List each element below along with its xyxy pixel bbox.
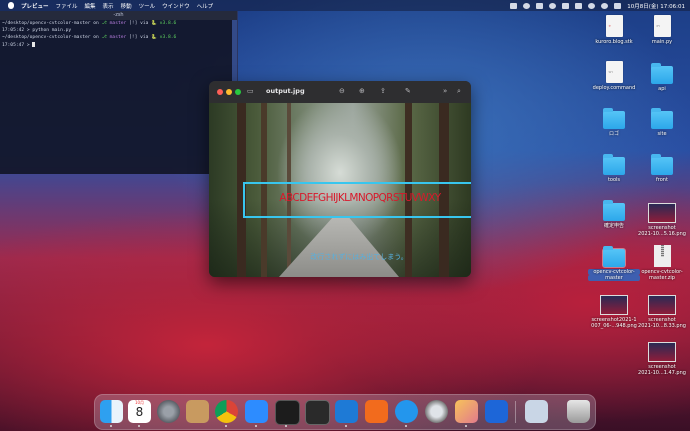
camera-tray-icon[interactable] xyxy=(510,2,518,9)
system-preferences-icon[interactable] xyxy=(157,400,180,423)
image-icon xyxy=(648,295,676,315)
terminal-title: -zsh xyxy=(0,11,237,20)
folder-icon xyxy=(651,154,673,175)
running-indicator xyxy=(345,425,347,427)
desktop-icon-opencv-zip[interactable]: opencv-cvtcolor- master.zip xyxy=(636,245,688,281)
terminal-prompt[interactable]: 17:05:47 > xyxy=(0,41,237,49)
desktop-icon-api[interactable]: api xyxy=(636,63,688,92)
desktop-icon-logo[interactable]: ロゴ xyxy=(588,108,640,137)
desktop-icon-front[interactable]: front xyxy=(636,154,688,183)
terminal-window[interactable]: -zsh ~/desktop/opencv-cvtcolor-master on… xyxy=(0,11,238,174)
zoom-in-icon[interactable]: ⊕ xyxy=(359,87,365,95)
folder-icon xyxy=(603,154,625,175)
menu-bar: プレビュー ファイル 編集 表示 移動 ツール ウインドウ ヘルプ 10月8日(… xyxy=(0,0,690,11)
minimize-button[interactable] xyxy=(226,89,232,95)
quicktime-icon[interactable] xyxy=(425,400,448,423)
contacts-icon[interactable] xyxy=(186,400,209,423)
zoom-icon[interactable] xyxy=(245,400,268,423)
zip-icon xyxy=(653,245,671,267)
menu-tools[interactable]: ツール xyxy=(139,2,156,10)
finder-icon[interactable] xyxy=(100,400,123,423)
desktop-icon-screenshot-4[interactable]: screenshot 2021-10...1.47.png xyxy=(636,342,688,376)
close-button[interactable] xyxy=(217,89,223,95)
running-indicator xyxy=(285,425,287,427)
terminal-line: ~/desktop/opencv-cvtcolor-master on ⎇ ma… xyxy=(2,21,177,26)
docker-icon[interactable] xyxy=(395,400,418,423)
desktop-icon-kuroro[interactable]: ✈ kuroro.blog.stk xyxy=(588,15,640,45)
terminal-icon[interactable] xyxy=(275,400,300,425)
desktop-icon-screenshot-3[interactable]: screenshot 2021-10...8.33.png xyxy=(636,295,688,329)
image-icon xyxy=(648,342,676,362)
vscode-icon[interactable] xyxy=(335,400,358,423)
sourcetree-icon[interactable] xyxy=(365,400,388,423)
running-indicator xyxy=(110,425,112,427)
folder-icon xyxy=(651,63,673,84)
folder-icon xyxy=(603,108,625,129)
folder-icon xyxy=(651,108,673,129)
iterm-icon[interactable] xyxy=(305,400,330,425)
more-icon[interactable]: » xyxy=(443,87,447,95)
desktop-icon-tools[interactable]: tools xyxy=(588,154,640,183)
chrome-icon[interactable] xyxy=(215,400,238,423)
terminal-line: ~/desktop/opencv-cvtcolor-master on ⎇ ma… xyxy=(2,35,177,41)
desktop-icon-tax[interactable]: 確定申告 xyxy=(588,200,640,229)
desktop-icon-screenshot-1[interactable]: screenshot 2021-10...5.16.png xyxy=(636,203,688,237)
infinity-icon[interactable] xyxy=(485,400,508,423)
overlay-subtext: 改行されずにはみ出てしまう。 xyxy=(310,253,408,261)
share-icon[interactable]: ⇪ xyxy=(380,87,386,95)
sidebar-icon[interactable]: ▭ xyxy=(247,87,254,95)
folder-icon xyxy=(602,246,626,268)
docker-tray-icon[interactable] xyxy=(523,2,531,9)
running-indicator xyxy=(138,425,140,427)
zoom-out-icon[interactable]: ⊖ xyxy=(339,87,345,95)
running-indicator xyxy=(465,425,467,427)
doc-icon: SH xyxy=(605,61,623,83)
apple-menu-icon[interactable] xyxy=(8,2,14,9)
doc-icon: ✈ xyxy=(605,15,623,37)
window-title: output.jpg xyxy=(266,87,305,95)
dock: 10月 8 xyxy=(94,394,596,430)
running-indicator xyxy=(225,425,227,427)
menu-help[interactable]: ヘルプ xyxy=(197,2,214,10)
dock-separator xyxy=(515,401,516,423)
desktop-icon-site[interactable]: site xyxy=(636,108,688,137)
overlay-text: ABCDEFGHIJKLMNOPQRSTUVWXY xyxy=(279,192,441,204)
desktop-icon-opencv-folder[interactable]: opencv-cvtcolor- master xyxy=(588,246,640,281)
menu-clock[interactable]: 10月8日(金) 17:06:01 xyxy=(627,2,685,10)
desktop-icon-screenshot-2[interactable]: screenshot2021-1 007_06-...948.png xyxy=(588,295,640,329)
preview-icon[interactable] xyxy=(455,400,478,423)
terminal-line: 17:05:42 > python main.py xyxy=(2,28,72,34)
terminal-cursor xyxy=(32,41,36,47)
running-indicator xyxy=(405,425,407,427)
running-indicator xyxy=(255,425,257,427)
image-icon xyxy=(600,295,628,315)
menu-edit[interactable]: 編集 xyxy=(85,2,96,10)
downloads-icon[interactable] xyxy=(525,400,548,423)
markup-icon[interactable]: ✎ xyxy=(405,87,411,95)
desktop-icon-main-py[interactable]: PY main.py xyxy=(636,15,688,45)
menu-go[interactable]: 移動 xyxy=(121,2,132,10)
menu-app-name[interactable]: プレビュー xyxy=(21,2,49,10)
bluetooth-icon[interactable] xyxy=(562,2,570,9)
image-icon xyxy=(648,203,676,223)
menu-view[interactable]: 表示 xyxy=(103,2,114,10)
menu-file[interactable]: ファイル xyxy=(56,2,78,10)
road xyxy=(279,217,399,277)
preview-window[interactable]: ▭ output.jpg ⊖ ⊕ ⇪ ✎ » ⌕ ABCDEFGHIJKLMNO… xyxy=(209,81,471,277)
control-center-icon[interactable] xyxy=(614,2,622,9)
menu-window[interactable]: ウインドウ xyxy=(162,2,190,10)
search-icon[interactable]: ⌕ xyxy=(457,87,461,96)
preview-titlebar[interactable]: ▭ output.jpg ⊖ ⊕ ⇪ ✎ » ⌕ xyxy=(209,81,471,103)
tray-icon[interactable] xyxy=(536,2,544,9)
search-icon[interactable] xyxy=(601,2,609,9)
cloud-tray-icon[interactable] xyxy=(549,2,557,9)
wifi-icon[interactable] xyxy=(588,2,596,9)
desktop-icon-deploy[interactable]: SH deploy.command xyxy=(588,61,640,91)
zoom-button[interactable] xyxy=(235,89,241,95)
doc-icon: PY xyxy=(653,15,671,37)
calendar-icon[interactable]: 10月 8 xyxy=(128,400,151,423)
folder-icon xyxy=(603,200,625,221)
trash-icon[interactable] xyxy=(567,400,590,423)
battery-icon[interactable] xyxy=(575,2,583,9)
